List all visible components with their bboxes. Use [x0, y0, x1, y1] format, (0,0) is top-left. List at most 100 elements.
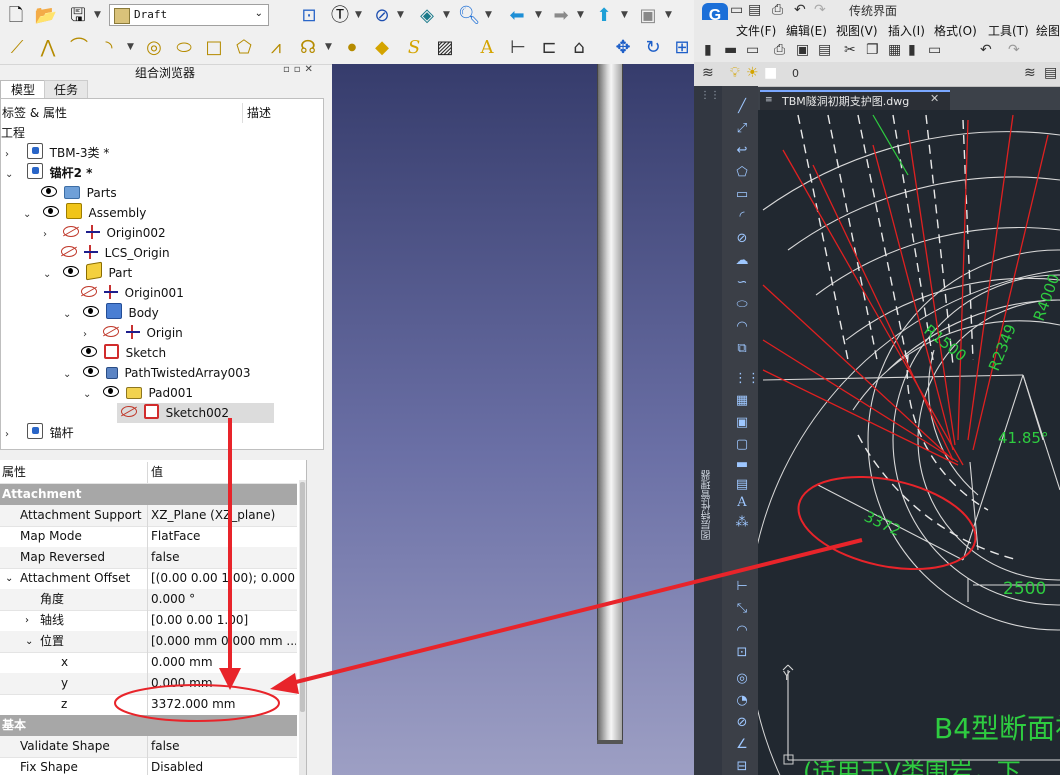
- open-folder-icon[interactable]: 📂: [34, 4, 58, 28]
- draw-polygon-icon[interactable]: ⬠: [734, 166, 750, 180]
- tree-item-origin002[interactable]: › Origin002: [43, 223, 166, 243]
- qat-save-icon[interactable]: ▤: [748, 2, 761, 18]
- sun-icon[interactable]: ☀: [746, 65, 759, 81]
- cad-interface-mode[interactable]: 传统界面: [849, 2, 897, 19]
- property-value[interactable]: FlatFace: [151, 526, 296, 547]
- collapse-arrow-icon[interactable]: ⌄: [23, 205, 35, 225]
- tree-item-lcs-origin[interactable]: LCS_Origin: [61, 243, 170, 263]
- polygon-tool-icon[interactable]: ⬠: [232, 36, 256, 60]
- layer-current-value[interactable]: 0: [792, 67, 799, 80]
- property-value[interactable]: false: [151, 736, 296, 757]
- property-row[interactable]: › 轴线 [0.00 0.00 1.00]: [0, 610, 297, 632]
- eye-icon[interactable]: [62, 266, 79, 277]
- draw-style-dropdown-icon[interactable]: ▼: [397, 10, 404, 20]
- qat-print-icon[interactable]: ⎙: [772, 2, 783, 18]
- property-value[interactable]: 0.000 mm: [151, 673, 296, 694]
- draw-xline-icon[interactable]: ⤢: [734, 122, 750, 136]
- eye-hidden-icon[interactable]: [121, 406, 137, 417]
- drawing-subtitle[interactable]: (适用于V类围岩，下: [803, 758, 1021, 775]
- tree-item-part[interactable]: ⌄ Part: [43, 261, 132, 283]
- drawing-title[interactable]: B4型断面初: [934, 712, 1060, 745]
- property-row[interactable]: Attachment Support XZ_Plane (XZ_plane): [0, 505, 297, 527]
- forward-dropdown-icon[interactable]: ▼: [577, 10, 584, 20]
- property-row[interactable]: Map Mode FlatFace: [0, 526, 297, 548]
- line-tool-icon[interactable]: ⟋: [5, 36, 29, 60]
- dim-radius-icon[interactable]: ◎: [734, 672, 750, 686]
- cad-menu-file[interactable]: 文件(F): [736, 22, 776, 39]
- eye-hidden-icon[interactable]: [102, 326, 119, 337]
- table-grid-icon[interactable]: ▤: [734, 478, 750, 492]
- eye-hidden-icon[interactable]: [61, 246, 77, 257]
- arc-dropdown-icon[interactable]: ▼: [127, 42, 134, 52]
- property-value[interactable]: 0.000 °: [151, 589, 296, 610]
- expand-arrow-icon[interactable]: ›: [5, 425, 17, 445]
- property-group-base[interactable]: 基本: [0, 715, 297, 737]
- dim-angle[interactable]: 41.85°: [998, 429, 1048, 447]
- eye-hidden-icon[interactable]: [81, 286, 97, 297]
- tree-item-pad001[interactable]: ⌄ Pad001: [83, 383, 193, 403]
- draw-ellipse-icon[interactable]: ⬭: [734, 298, 750, 312]
- hatch-tool-icon[interactable]: ▨: [433, 36, 457, 60]
- dim-r4000[interactable]: R4000: [1030, 272, 1060, 324]
- scale-tool-icon[interactable]: ⊞: [670, 36, 694, 60]
- draw-polyline-icon[interactable]: ↩: [734, 144, 750, 158]
- dimension-tool-icon[interactable]: ⊢: [506, 36, 530, 60]
- facebinder-tool-icon[interactable]: ◆: [370, 36, 394, 60]
- expand-arrow-icon[interactable]: ›: [83, 325, 95, 345]
- eye-icon[interactable]: [41, 186, 57, 197]
- collapse-arrow-icon[interactable]: ⌄: [63, 365, 75, 385]
- layer-states-icon[interactable]: ≋: [1024, 65, 1036, 81]
- property-value[interactable]: [(0.00 0.00 1.00); 0.000 ...: [151, 568, 296, 589]
- view-cube-icon[interactable]: ◈: [415, 4, 439, 28]
- property-row[interactable]: Map Reversed false: [0, 547, 297, 569]
- property-row[interactable]: 角度 0.000 °: [0, 589, 297, 611]
- cad-menu-tools[interactable]: 工具(T): [988, 22, 1029, 39]
- property-scrollbar[interactable]: [299, 480, 306, 775]
- collapse-arrow-icon[interactable]: ⌄: [5, 165, 17, 185]
- move-tool-icon[interactable]: ✥: [611, 36, 635, 60]
- add-selected-icon[interactable]: ⁂: [734, 516, 750, 530]
- new-file-icon[interactable]: 🗋: [4, 4, 28, 28]
- bezier-dropdown-icon[interactable]: ▼: [325, 42, 332, 52]
- layer-manager-panel[interactable]: ⋮⋮: [694, 86, 723, 775]
- tree-item-parts[interactable]: Parts: [41, 183, 117, 203]
- bezier-tool-icon[interactable]: ☊: [296, 36, 320, 60]
- paste-icon[interactable]: ▦: [888, 42, 901, 58]
- point-tool-icon[interactable]: ●: [340, 36, 364, 60]
- plot-icon[interactable]: ▤: [818, 42, 831, 58]
- text-tool-icon[interactable]: Ⓣ: [328, 4, 352, 28]
- panel-grip-icon[interactable]: ⋮⋮: [700, 90, 720, 101]
- property-row[interactable]: y 0.000 mm: [0, 673, 297, 695]
- draw-spline-icon[interactable]: ∽: [734, 276, 750, 290]
- anchor-rod-model[interactable]: [597, 64, 623, 743]
- preview-icon[interactable]: ▣: [796, 42, 809, 58]
- layers-icon[interactable]: ≋: [702, 65, 714, 81]
- rectangle-tool-icon[interactable]: □: [202, 36, 226, 60]
- dim-2500[interactable]: 2500: [1003, 579, 1046, 599]
- tree-item-doc-tbm3[interactable]: › TBM-3类 *: [5, 143, 109, 163]
- annotation-style-icon[interactable]: ⌂: [567, 36, 591, 60]
- eye-icon[interactable]: [102, 386, 119, 397]
- tab-model[interactable]: 模型: [0, 80, 46, 99]
- collapse-arrow-icon[interactable]: ⌄: [83, 385, 95, 405]
- eye-icon[interactable]: [82, 366, 99, 377]
- gradient-icon[interactable]: ▣: [734, 416, 750, 430]
- region-icon[interactable]: ▢: [734, 438, 750, 452]
- dim-aligned-icon[interactable]: ⤡: [734, 602, 750, 616]
- bulb-icon[interactable]: 💡︎: [730, 65, 740, 81]
- point-icon[interactable]: ⋮⋮: [734, 372, 760, 386]
- new-icon[interactable]: ▮: [704, 42, 712, 58]
- cad-menu-view[interactable]: 视图(V): [836, 22, 878, 39]
- collapse-arrow-icon[interactable]: ⌄: [63, 305, 75, 325]
- property-value[interactable]: 3372.000 mm: [151, 694, 296, 715]
- zoom-dropdown-icon[interactable]: ▼: [485, 10, 492, 20]
- quick-dim-icon[interactable]: ⊟: [734, 760, 750, 774]
- property-row-z[interactable]: z 3372.000 mm: [0, 694, 297, 716]
- eye-icon[interactable]: [81, 346, 97, 357]
- cut-icon[interactable]: ✂: [844, 42, 856, 58]
- hatch-icon[interactable]: ▦: [734, 394, 750, 408]
- tree-item-sketch002[interactable]: Sketch002: [117, 403, 274, 423]
- eye-icon[interactable]: [82, 306, 99, 317]
- block-icon[interactable]: ▭: [928, 42, 941, 58]
- property-value[interactable]: Disabled: [151, 757, 296, 775]
